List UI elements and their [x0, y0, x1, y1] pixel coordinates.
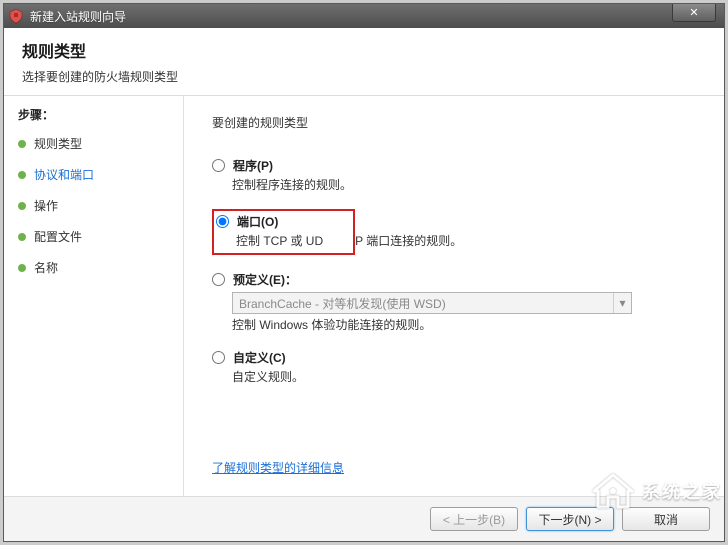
titlebar: 新建入站规则向导 ✕ [4, 4, 724, 28]
step-label: 协议和端口 [34, 166, 94, 183]
option-predefined-desc: 控制 Windows 体验功能连接的规则。 [232, 316, 700, 333]
option-program-row[interactable]: 程序(P) [212, 157, 700, 174]
content-pane: 要创建的规则类型 程序(P) 控制程序连接的规则。 端口(O) 控制 TCP 或… [184, 96, 724, 496]
option-program-desc: 控制程序连接的规则。 [232, 176, 700, 193]
step-action[interactable]: 操作 [18, 197, 169, 214]
wizard-footer: < 上一步(B) 下一步(N) > 取消 [4, 496, 724, 541]
predefined-combo[interactable]: BranchCache - 对等机发现(使用 WSD) ▾ [232, 292, 632, 314]
bullet-icon [18, 202, 26, 210]
bullet-icon [18, 264, 26, 272]
option-port-desc-pre: 控制 TCP 或 UD [236, 232, 323, 249]
close-button[interactable]: ✕ [672, 4, 716, 22]
radio-port[interactable] [216, 215, 229, 228]
radio-predefined[interactable] [212, 273, 225, 286]
option-program-label: 程序(P) [233, 157, 273, 174]
learn-more-link[interactable]: 了解规则类型的详细信息 [212, 459, 700, 476]
page-title: 规则类型 [22, 38, 706, 62]
option-program: 程序(P) 控制程序连接的规则。 [212, 157, 700, 193]
steps-sidebar: 步骤： 规则类型 协议和端口 操作 配置文件 名称 [4, 96, 184, 496]
bullet-icon [18, 233, 26, 241]
content-prompt: 要创建的规则类型 [212, 114, 700, 131]
steps-heading: 步骤： [18, 106, 169, 123]
app-icon [8, 8, 24, 24]
next-button[interactable]: 下一步(N) > [526, 507, 614, 531]
step-label: 配置文件 [34, 228, 82, 245]
close-icon: ✕ [689, 6, 698, 19]
option-custom: 自定义(C) 自定义规则。 [212, 349, 700, 385]
highlight-annotation: 端口(O) 控制 TCP 或 UD [212, 209, 355, 255]
option-predefined-row[interactable]: 预定义(E)： [212, 271, 700, 288]
predefined-combo-value: BranchCache - 对等机发现(使用 WSD) [239, 295, 446, 312]
option-port-label: 端口(O) [237, 213, 278, 230]
step-name[interactable]: 名称 [18, 259, 169, 276]
back-button[interactable]: < 上一步(B) [430, 507, 518, 531]
radio-program[interactable] [212, 159, 225, 172]
window-title: 新建入站规则向导 [30, 8, 126, 25]
option-predefined: 预定义(E)： BranchCache - 对等机发现(使用 WSD) ▾ 控制… [212, 271, 700, 333]
option-custom-desc: 自定义规则。 [232, 368, 700, 385]
wizard-window: 新建入站规则向导 ✕ 规则类型 选择要创建的防火墙规则类型 步骤： 规则类型 协… [3, 3, 725, 542]
option-port: 端口(O) 控制 TCP 或 UD P 端口连接的规则。 [212, 209, 700, 255]
chevron-down-icon: ▾ [613, 293, 631, 313]
step-rule-type[interactable]: 规则类型 [18, 135, 169, 152]
option-port-desc-post: P 端口连接的规则。 [355, 234, 462, 248]
option-predefined-label: 预定义(E)： [233, 271, 297, 288]
step-label: 操作 [34, 197, 58, 214]
option-custom-row[interactable]: 自定义(C) [212, 349, 700, 366]
step-protocol-port[interactable]: 协议和端口 [18, 166, 169, 183]
step-label: 名称 [34, 259, 58, 276]
page-header: 规则类型 选择要创建的防火墙规则类型 [4, 28, 724, 96]
bullet-icon [18, 140, 26, 148]
step-profile[interactable]: 配置文件 [18, 228, 169, 245]
step-label: 规则类型 [34, 135, 82, 152]
cancel-button[interactable]: 取消 [622, 507, 710, 531]
bullet-icon [18, 171, 26, 179]
wizard-body: 步骤： 规则类型 协议和端口 操作 配置文件 名称 要 [4, 96, 724, 496]
option-port-row[interactable]: 端口(O) [216, 213, 323, 230]
page-subtitle: 选择要创建的防火墙规则类型 [22, 68, 706, 85]
radio-custom[interactable] [212, 351, 225, 364]
option-custom-label: 自定义(C) [233, 349, 286, 366]
